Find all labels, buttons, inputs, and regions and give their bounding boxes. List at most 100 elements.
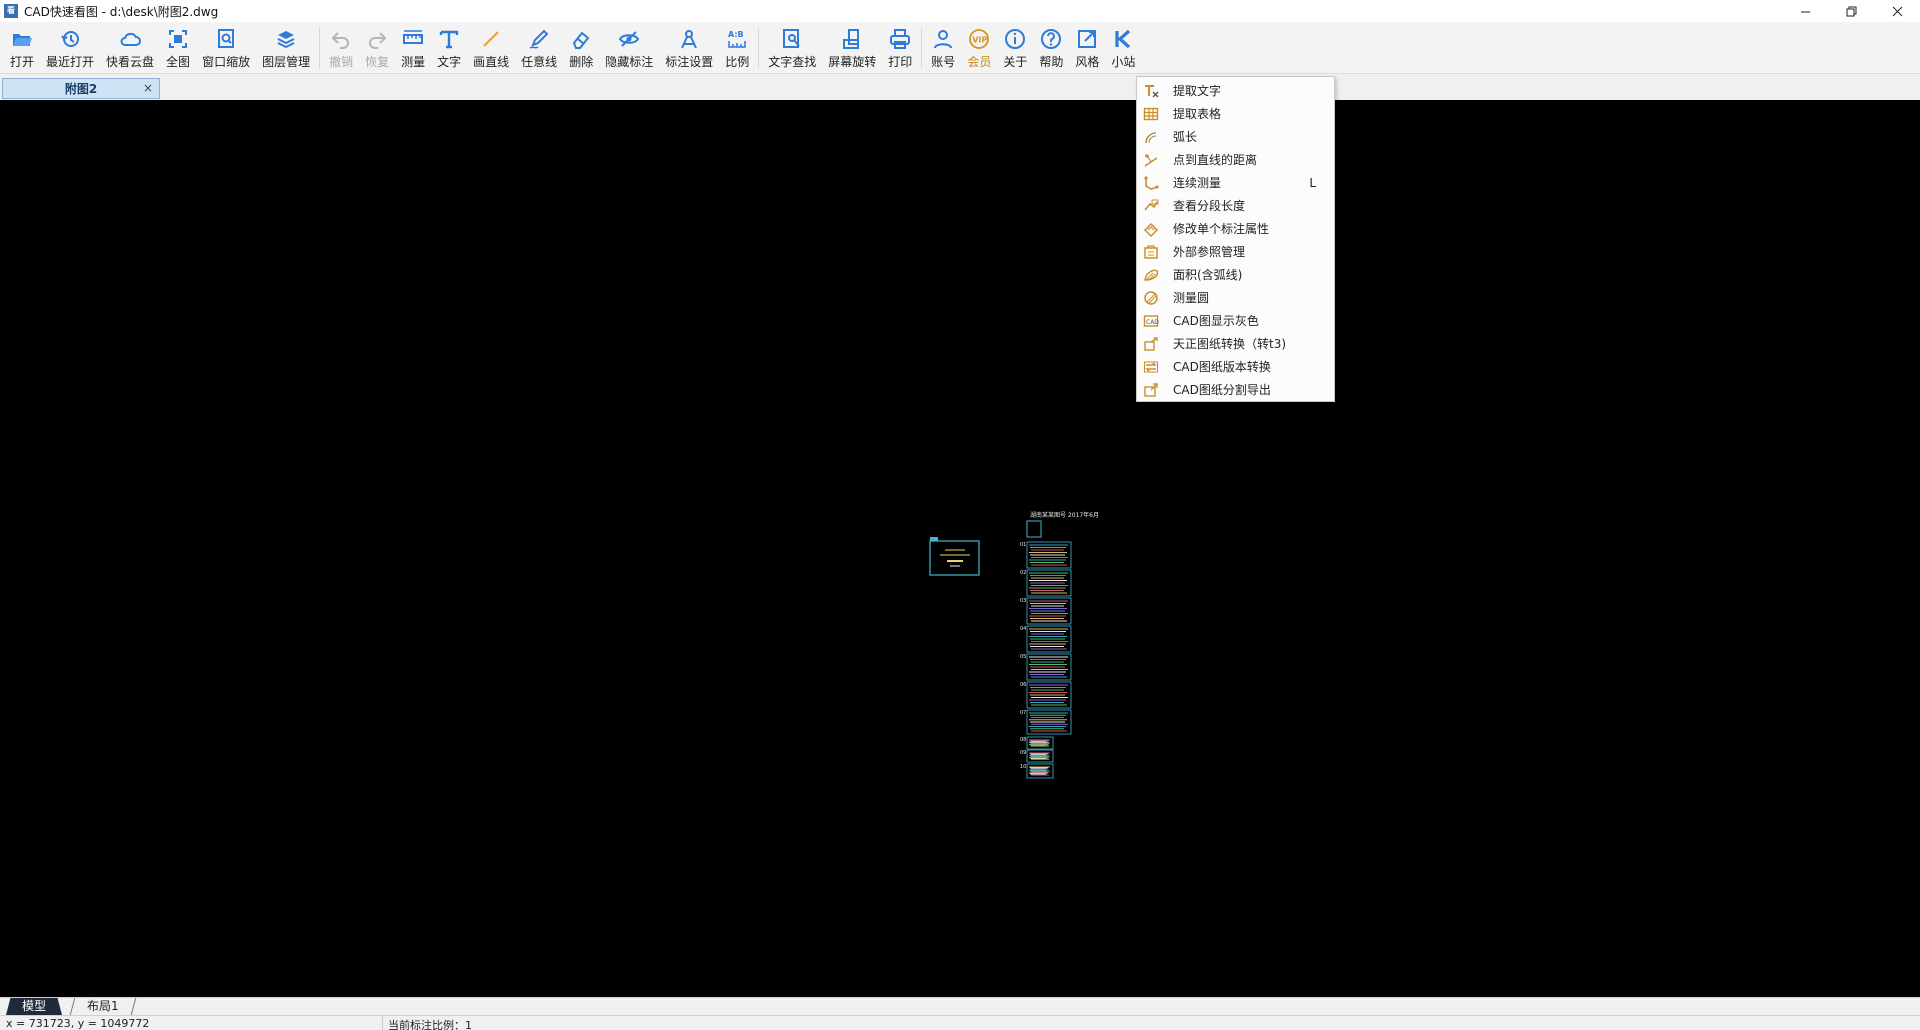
sheet-row-number: 03: [1020, 598, 1026, 604]
tab-close-icon[interactable]: ×: [143, 81, 153, 95]
station-button[interactable]: 小站: [1105, 22, 1141, 74]
extract-table-icon: [1143, 106, 1159, 122]
menu-item-continuous-measure[interactable]: 连续测量 L: [1137, 171, 1334, 194]
menu-item-edit-mark[interactable]: 修改单个标注属性: [1137, 217, 1334, 240]
measure-button[interactable]: 测量: [395, 22, 431, 74]
menu-item-arc-length[interactable]: 弧长: [1137, 125, 1334, 148]
sheet-row: 07: [1020, 709, 1072, 735]
recent-button[interactable]: 最近打开: [40, 22, 100, 74]
account-button[interactable]: 账号: [925, 22, 961, 74]
help-label: 帮助: [1039, 55, 1064, 69]
sheet-row-number: 05: [1020, 654, 1026, 660]
area-icon: [1143, 267, 1159, 283]
drawing-title-block: [929, 537, 980, 576]
layers-icon: [274, 27, 298, 51]
sheet-row: 06: [1020, 681, 1072, 709]
menu-item-extract-text[interactable]: 提取文字: [1137, 79, 1334, 102]
windowzoom-button[interactable]: 窗口缩放: [196, 22, 256, 74]
sheet-row: 02: [1020, 569, 1072, 597]
close-button[interactable]: [1874, 0, 1920, 22]
vip-button[interactable]: VIP 会员: [961, 22, 997, 74]
tab-document[interactable]: 附图2 ×: [2, 78, 160, 99]
mark-settings-icon: [677, 27, 701, 51]
hidemark-button[interactable]: 隐藏标注: [599, 22, 659, 74]
sheet-row-number: 09: [1020, 750, 1026, 756]
sheet-row-number: 08: [1020, 737, 1026, 743]
menu-item-label: CAD图显示灰色: [1173, 314, 1259, 328]
menu-item-version-convert[interactable]: CAD图纸版本转换: [1137, 355, 1334, 378]
tab-layout1[interactable]: 布局1: [69, 998, 136, 1015]
k-logo-icon: [1111, 27, 1135, 51]
menu-item-measure-circle[interactable]: 测量圆: [1137, 286, 1334, 309]
line-label: 画直线: [473, 55, 510, 69]
sheet-row: 08: [1020, 736, 1054, 750]
about-button[interactable]: 关于: [997, 22, 1033, 74]
style-button[interactable]: 风格: [1069, 22, 1105, 74]
menu-item-gray-display[interactable]: CAD CAD图显示灰色: [1137, 309, 1334, 332]
sheet-row: 03: [1020, 597, 1072, 625]
menu-item-area[interactable]: 面积(含弧线): [1137, 263, 1334, 286]
menu-item-label: 测量圆: [1173, 291, 1210, 305]
open-button[interactable]: 打开: [4, 22, 40, 74]
open-label: 打开: [10, 55, 35, 69]
line-button[interactable]: 画直线: [467, 22, 515, 74]
find-text-icon: [780, 27, 804, 51]
menu-item-split-export[interactable]: CAD图纸分割导出: [1137, 378, 1334, 401]
menu-item-point-line-distance[interactable]: 点到直线的距离: [1137, 148, 1334, 171]
tab-document-label: 附图2: [64, 82, 98, 96]
restore-button[interactable]: [1828, 0, 1874, 22]
drawing-canvas[interactable]: 湖南某某图号 2017年6月 01 02 03 04 05 06 07 08 09 10: [0, 100, 1920, 997]
text-button[interactable]: 文字: [431, 22, 467, 74]
undo-icon: [329, 27, 353, 51]
close-icon: [1892, 6, 1902, 16]
layers-button[interactable]: 图层管理: [256, 22, 316, 74]
toolbar-separator: [921, 28, 923, 68]
user-icon: [931, 27, 955, 51]
window-controls: [1782, 0, 1920, 22]
menu-item-xref[interactable]: 外部参照管理: [1137, 240, 1334, 263]
menu-item-label: 外部参照管理: [1173, 245, 1246, 259]
continuous-measure-icon: [1143, 175, 1159, 191]
sheet-row: 01: [1020, 541, 1072, 569]
scale-icon: A:B: [725, 27, 749, 51]
help-button[interactable]: 帮助: [1033, 22, 1069, 74]
print-button[interactable]: 打印: [882, 22, 918, 74]
findtext-label: 文字查找: [768, 55, 817, 69]
station-label: 小站: [1111, 55, 1136, 69]
minimize-button[interactable]: [1782, 0, 1828, 22]
restore-icon: [1846, 6, 1856, 16]
sheet-row: 09: [1020, 749, 1054, 763]
cursor-coordinates: x = 731723, y = 1049772: [6, 1017, 150, 1030]
erase-button[interactable]: 删除: [563, 22, 599, 74]
status-bar: x = 731723, y = 1049772 当前标注比例：1: [0, 1015, 1920, 1030]
printer-icon: [888, 27, 912, 51]
rotate-button[interactable]: 屏幕旋转: [822, 22, 882, 74]
tab-model[interactable]: 模型: [6, 998, 62, 1015]
style-label: 风格: [1075, 55, 1100, 69]
erase-label: 删除: [569, 55, 594, 69]
gray-display-icon: CAD: [1143, 313, 1159, 329]
cloud-icon: [118, 27, 142, 51]
sheet-row-number: 01: [1020, 542, 1026, 548]
layers-label: 图层管理: [262, 55, 311, 69]
menu-item-convert-t3[interactable]: 天正图纸转换（转t3): [1137, 332, 1334, 355]
scale-button[interactable]: A:B 比例: [719, 22, 755, 74]
title-bar: 看 CAD快速看图 - d:\desk\附图2.dwg: [0, 0, 1920, 22]
text-label: 文字: [437, 55, 462, 69]
freeline-button[interactable]: 任意线: [515, 22, 563, 74]
marksettings-button[interactable]: 标注设置: [659, 22, 719, 74]
undo-button[interactable]: 撤销: [323, 22, 359, 74]
findtext-button[interactable]: 文字查找: [762, 22, 822, 74]
menu-item-shortcut: L: [1309, 175, 1316, 190]
menu-item-extract-table[interactable]: 提取表格: [1137, 102, 1334, 125]
document-tab-strip: 附图2 ×: [0, 75, 1920, 100]
fit-view-icon: [166, 27, 190, 51]
menu-item-segment-length[interactable]: 查看分段长度: [1137, 194, 1334, 217]
menu-item-label: 查看分段长度: [1173, 199, 1246, 213]
eye-off-icon: [617, 27, 641, 51]
sheet-frame: [1026, 520, 1042, 538]
redo-button[interactable]: 恢复: [359, 22, 395, 74]
window-title: CAD快速看图 - d:\desk\附图2.dwg: [24, 4, 219, 19]
cloud-button[interactable]: 快看云盘: [100, 22, 160, 74]
fullview-button[interactable]: 全图: [160, 22, 196, 74]
